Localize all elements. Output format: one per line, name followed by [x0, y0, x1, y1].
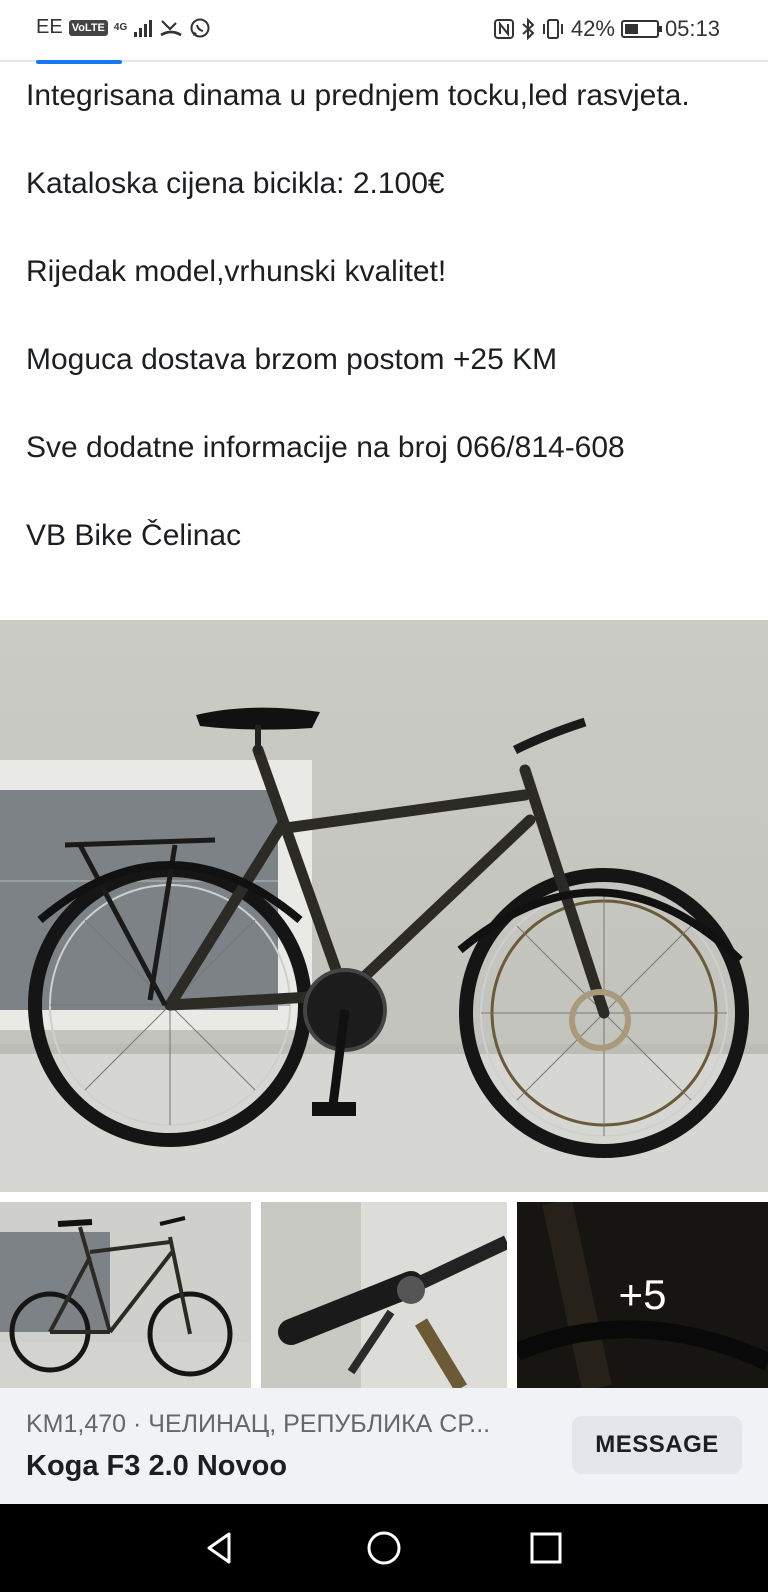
listing-description: Integrisana dinama u prednjem tocku,led … [26, 74, 746, 558]
recent-apps-icon [530, 1532, 562, 1564]
bicycle-photo[interactable] [0, 620, 768, 1192]
description-line: Kataloska cijena bicikla: 2.100€ [26, 167, 445, 200]
vibrate-icon [542, 19, 563, 39]
home-icon [367, 1531, 401, 1565]
recent-apps-button[interactable] [501, 1504, 591, 1592]
more-photos-overlay[interactable]: +5 [517, 1202, 768, 1388]
clock: 05:13 [664, 16, 720, 41]
description-line: Rijedak model,vrhunski kvalitet! [26, 255, 447, 288]
battery-percent: 42% [570, 16, 615, 41]
battery-fill [624, 24, 638, 34]
loading-progress [36, 60, 122, 64]
more-photos-count: +5 [618, 1271, 667, 1318]
handlebar-photo-thumb[interactable] [261, 1202, 507, 1388]
whatsapp-icon [190, 18, 210, 37]
fork-photo-thumb[interactable]: +5 [517, 1202, 768, 1388]
price-location: KM1,470 · ЧЕЛИНАЦ, РЕПУБЛИКА СР... [26, 1410, 491, 1438]
description-line: Moguca dostava brzom postom +25 KM [26, 343, 558, 376]
bluetooth-icon [522, 18, 535, 40]
description-line: Integrisana dinama u prednjem tocku,led … [26, 79, 690, 112]
home-button[interactable] [339, 1504, 429, 1592]
back-button[interactable] [174, 1504, 264, 1592]
volte-badge: VoLTE [68, 19, 108, 36]
listing-title[interactable]: Koga F3 2.0 Novoo [26, 1450, 287, 1483]
photo-thumbnails: +5 [0, 1202, 768, 1388]
description-line: VB Bike Čelinac [26, 519, 242, 552]
description-line: Sve dodatne informacije na broj 066/814-… [26, 431, 625, 464]
back-icon [207, 1532, 231, 1564]
signal-icon [134, 19, 153, 37]
nfc-icon [493, 19, 514, 39]
bicycle-thumb-image [0, 1216, 251, 1388]
handlebar-thumb-image [261, 1202, 507, 1388]
carrier-label: EE [36, 16, 63, 38]
status-bar: EE VoLTE 4G 42% 05:13 [0, 0, 768, 58]
message-button[interactable]: MESSAGE [572, 1416, 742, 1474]
network-label: 4G [113, 21, 128, 33]
navigation-bar [0, 1504, 768, 1592]
missed-call-icon [160, 19, 182, 36]
status-right: 42% 05:13 [493, 16, 720, 42]
battery-icon [620, 20, 662, 38]
status-left: EE VoLTE 4G [36, 16, 211, 39]
bicycle-photo-thumb[interactable] [0, 1202, 251, 1388]
listing-bar: KM1,470 · ЧЕЛИНАЦ, РЕПУБЛИКА СР... Koga … [0, 1388, 768, 1504]
bicycle-illustration [0, 620, 768, 1192]
